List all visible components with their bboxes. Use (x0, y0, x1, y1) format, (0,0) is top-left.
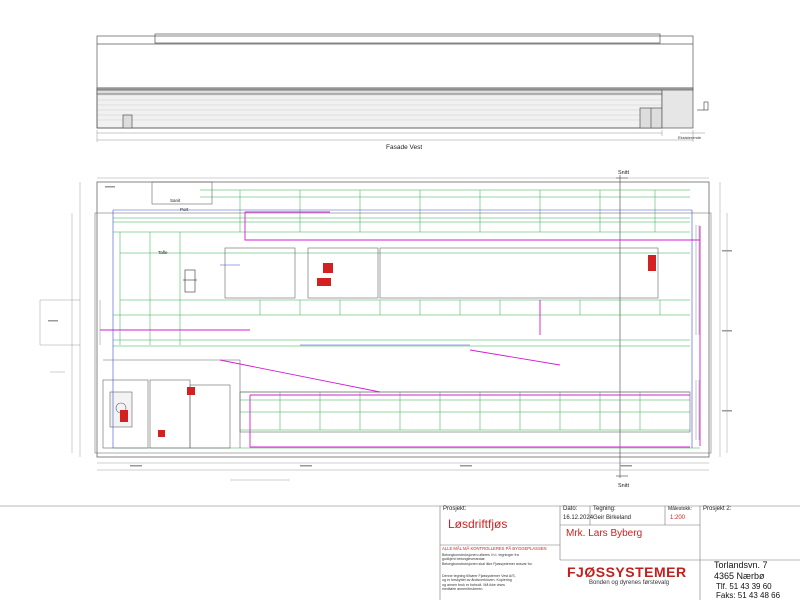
logo-tagline: Bonden og dyrenes førstevalg (589, 580, 670, 586)
client-name: Mrk. Lars Byberg (566, 528, 643, 539)
stall-grid (113, 189, 700, 449)
scale-value: 1:200 (670, 515, 686, 521)
logo-text: FJØSSYSTEMER (567, 564, 687, 580)
company-logo: FJØSSYSTEMER Bonden og dyrenes førsteval… (567, 565, 687, 587)
section-label-top: Snitt (618, 170, 629, 176)
elevation-caption: Fasade Vest (386, 144, 422, 151)
room-label-sanit: Sanit (170, 198, 181, 203)
plan-dimensions (39, 177, 728, 481)
scale-label: Målestokk: (668, 506, 692, 512)
project2-label: Prosjekt 2: (703, 506, 732, 512)
elevation-view (96, 33, 709, 142)
notes-lower: Denne tegning tilhører Fjøssystemer Vest… (442, 574, 516, 592)
drawing-label: Tegning: (593, 506, 616, 512)
section-label-bottom: Snitt (618, 483, 629, 489)
drawing-value: Geir Birkeland (593, 515, 632, 521)
pens (102, 247, 691, 449)
address-street: Torlandsvn. 7 (714, 560, 768, 570)
room-label-port: Port (180, 207, 189, 212)
address-block: Torlandsvn. 7 4365 Nærbø (714, 560, 768, 582)
floor-plan (39, 175, 732, 481)
warning-text: ALLE MÅL MÅ KONTROLLERES PÅ BYGGEPLASSEN (442, 546, 547, 551)
contact-block: Tlf. 51 43 39 60 Faks: 51 43 48 66 (716, 582, 780, 600)
fax: Faks: 51 43 48 66 (716, 591, 781, 600)
blue-marks (112, 209, 693, 448)
project-name: Løsdriftfjøs (448, 517, 508, 531)
dim-ticks (48, 186, 732, 467)
project-label: Prosjekt: (443, 506, 467, 512)
room-label-tafle: Tafle (158, 250, 168, 255)
date-label: Dato: (563, 506, 578, 512)
elevation-side-label: Eksisterende (678, 135, 702, 140)
phone: Tlf. 51 43 39 60 (716, 582, 772, 591)
notes-upper: Betongkonstruksjonen utføres i h.t. tegn… (442, 553, 533, 566)
date-value: 16.12.2024 (563, 515, 594, 521)
address-city: 4365 Nærbø (714, 571, 765, 581)
